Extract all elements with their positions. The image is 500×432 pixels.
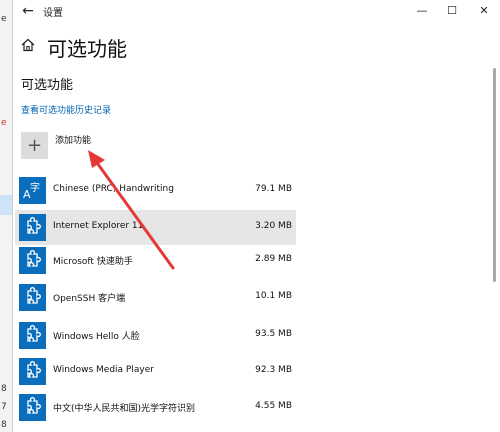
back-arrow-icon: ← bbox=[22, 3, 34, 19]
feature-size: 92.3 MB bbox=[255, 365, 292, 375]
background-highlight bbox=[0, 195, 12, 215]
background-text-fragment: 8 bbox=[1, 420, 7, 430]
feature-row[interactable]: Windows Media Player 92.3 MB bbox=[15, 354, 296, 389]
add-feature-button[interactable]: + bbox=[21, 132, 48, 159]
feature-row[interactable]: A 字 Chinese (PRC) Handwriting 79.1 MB bbox=[15, 173, 296, 208]
close-icon: ✕ bbox=[479, 4, 489, 17]
feature-name: Windows Media Player bbox=[53, 365, 154, 375]
feature-row[interactable]: Internet Explorer 11 3.20 MB bbox=[15, 210, 296, 245]
feature-size: 4.55 MB bbox=[255, 401, 292, 411]
puzzle-icon bbox=[19, 214, 46, 241]
background-text-fragment: 7 bbox=[1, 402, 7, 412]
feature-size: 79.1 MB bbox=[255, 184, 292, 194]
plus-icon: + bbox=[26, 135, 43, 156]
back-button[interactable]: ← bbox=[17, 2, 39, 20]
puzzle-icon bbox=[19, 394, 46, 421]
puzzle-icon bbox=[19, 358, 46, 385]
view-history-link[interactable]: 查看可选功能历史记录 bbox=[21, 103, 111, 116]
feature-name: Windows Hello 人脸 bbox=[53, 332, 140, 342]
settings-window: ← 设置 — ☐ ✕ 可选功能 可选功能 查看可选功能历史记录 + 添加功能 A… bbox=[12, 0, 500, 432]
feature-name: Microsoft 快速助手 bbox=[53, 257, 133, 267]
feature-name: 中文(中华人民共和国)光学字符识别 bbox=[53, 404, 196, 414]
feature-name: Internet Explorer 11 bbox=[53, 221, 144, 231]
window-title: 设置 bbox=[43, 8, 63, 19]
feature-size: 93.5 MB bbox=[255, 329, 292, 339]
background-text-fragment: e bbox=[1, 14, 7, 24]
feature-name: OpenSSH 客户端 bbox=[53, 294, 126, 304]
feature-name: Chinese (PRC) Handwriting bbox=[53, 184, 174, 194]
maximize-icon: ☐ bbox=[447, 4, 457, 17]
home-icon[interactable] bbox=[21, 38, 35, 52]
add-feature-label[interactable]: 添加功能 bbox=[55, 133, 91, 146]
handwriting-icon: A 字 bbox=[19, 177, 46, 204]
page-title: 可选功能 bbox=[47, 37, 127, 61]
feature-size: 10.1 MB bbox=[255, 291, 292, 301]
handwriting-glyph-zi: 字 bbox=[30, 181, 40, 194]
puzzle-icon bbox=[19, 247, 46, 274]
feature-row[interactable]: Windows Hello 人脸 93.5 MB bbox=[15, 318, 296, 353]
background-text-fragment: 8 bbox=[1, 384, 7, 394]
scrollbar-thumb[interactable] bbox=[493, 68, 496, 282]
section-title: 可选功能 bbox=[21, 78, 74, 93]
puzzle-icon bbox=[19, 322, 46, 349]
feature-row[interactable]: OpenSSH 客户端 10.1 MB bbox=[15, 280, 296, 315]
feature-size: 2.89 MB bbox=[255, 254, 292, 264]
minimize-button[interactable]: — bbox=[407, 0, 437, 22]
title-bar: ← 设置 — ☐ ✕ bbox=[13, 0, 500, 22]
background-text-fragment: e bbox=[1, 118, 7, 128]
minimize-icon: — bbox=[416, 4, 428, 17]
feature-row[interactable]: 中文(中华人民共和国)光学字符识别 4.55 MB bbox=[15, 390, 296, 425]
feature-size: 3.20 MB bbox=[255, 221, 292, 231]
maximize-button[interactable]: ☐ bbox=[437, 0, 467, 22]
close-button[interactable]: ✕ bbox=[469, 0, 499, 22]
feature-row[interactable]: Microsoft 快速助手 2.89 MB bbox=[15, 243, 296, 278]
puzzle-icon bbox=[19, 284, 46, 311]
